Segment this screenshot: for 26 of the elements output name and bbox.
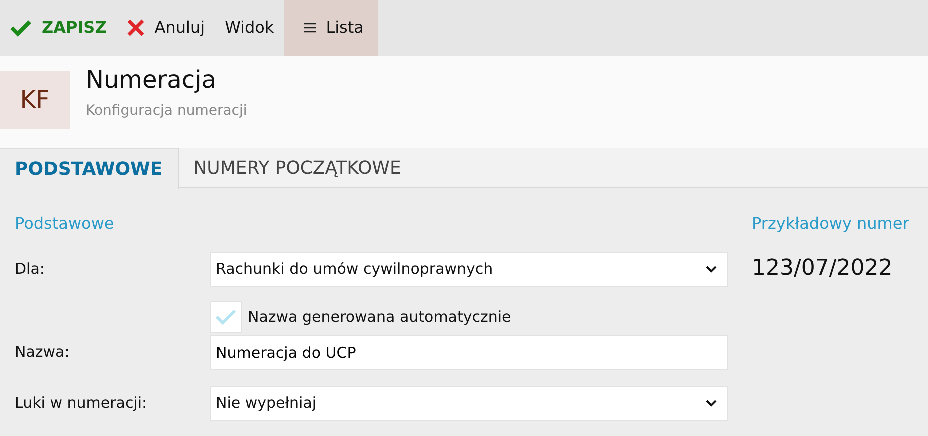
example-number: 123/07/2022	[752, 255, 894, 283]
cancel-button[interactable]: Anuluj	[116, 0, 216, 56]
check-icon	[215, 308, 237, 326]
menu-icon	[304, 22, 316, 34]
avatar-initials: KF	[0, 71, 70, 129]
dropdown[interactable]: Rachunki do umów cywilnoprawnych	[210, 252, 728, 287]
page-subtitle: Konfiguracja numeracji	[86, 102, 248, 121]
view-button[interactable]: Widok	[215, 0, 284, 56]
text-field[interactable]: Numeracja do UCP	[210, 335, 728, 370]
field-label: Luki w numeracji:	[15, 393, 148, 414]
tab[interactable]: PODSTAWOWE	[0, 148, 179, 189]
close-icon	[126, 19, 145, 37]
example-title: Przykładowy numer	[752, 213, 910, 235]
checkbox-label: Nazwa generowana automatycznie	[248, 306, 512, 328]
chevron-down-icon	[706, 266, 717, 273]
save-button[interactable]: ZAPISZ	[0, 0, 117, 56]
chevron-down-icon	[706, 400, 717, 407]
dropdown[interactable]: Nie wypełniaj	[210, 386, 728, 421]
field-label: Dla:	[15, 259, 46, 280]
list-button[interactable]: Lista	[284, 0, 378, 56]
page-title: Numeracja	[86, 66, 218, 95]
section-title: Podstawowe	[15, 213, 116, 235]
tab[interactable]: NUMERY POCZĄTKOWE	[178, 148, 416, 188]
checkbox[interactable]	[210, 301, 242, 333]
check-icon	[10, 19, 32, 37]
field-label: Nazwa:	[15, 342, 71, 364]
